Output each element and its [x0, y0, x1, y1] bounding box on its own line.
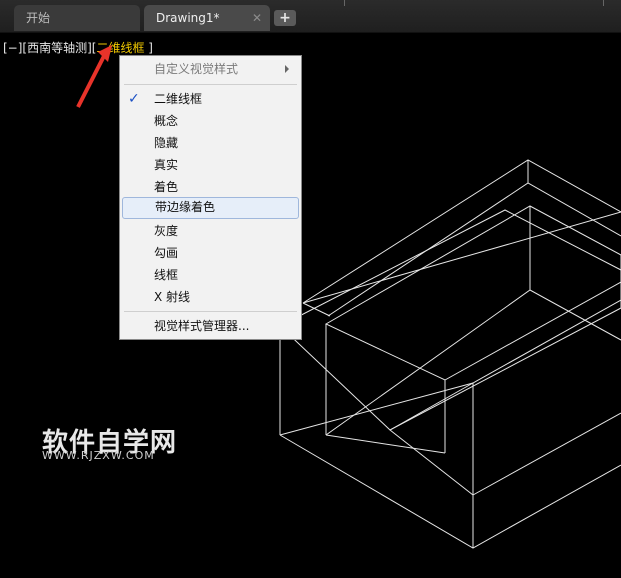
menu-item-visual-styles-manager[interactable]: 视觉样式管理器...	[122, 316, 299, 336]
wireframe-box	[279, 159, 621, 549]
submenu-arrow-icon	[285, 65, 289, 73]
menu-item-label: 二维线框	[154, 92, 203, 106]
menu-item-shaded-with-edges[interactable]: 带边缘着色	[122, 197, 299, 219]
menu-item-label: 隐藏	[154, 136, 179, 150]
menu-item-realistic[interactable]: 真实	[122, 155, 299, 175]
menu-item-label: 勾画	[154, 246, 179, 260]
menu-item-conceptual[interactable]: 概念	[122, 111, 299, 131]
menu-item-label: X 射线	[154, 290, 191, 304]
watermark-url: WWW.RJZXW.COM	[42, 449, 155, 462]
visual-style-menu: 自定义视觉样式 ✓ 二维线框 概念 隐藏 真实 着色 带边缘着色 灰度 勾画 线…	[119, 55, 302, 340]
menu-item-sketchy[interactable]: 勾画	[122, 243, 299, 263]
menu-item-label: 着色	[154, 180, 179, 194]
menu-item-hidden[interactable]: 隐藏	[122, 133, 299, 153]
menu-item-wireframe[interactable]: 线框	[122, 265, 299, 285]
menu-item-label: 真实	[154, 158, 179, 172]
menu-item-label: 灰度	[154, 224, 179, 238]
menu-item-label: 概念	[154, 114, 179, 128]
menu-separator	[124, 84, 297, 85]
menu-item-label: 自定义视觉样式	[154, 62, 239, 76]
checkmark-icon: ✓	[128, 91, 140, 107]
menu-item-label: 线框	[154, 268, 179, 282]
menu-item-shades-of-gray[interactable]: 灰度	[122, 221, 299, 241]
menu-item-x-ray[interactable]: X 射线	[122, 287, 299, 307]
menu-item-custom-visual-style: 自定义视觉样式	[122, 59, 299, 79]
menu-separator	[124, 311, 297, 312]
menu-item-label: 视觉样式管理器...	[154, 319, 250, 333]
menu-item-shaded[interactable]: 着色	[122, 177, 299, 197]
drawing-canvas[interactable]	[0, 0, 621, 578]
menu-item-label: 带边缘着色	[155, 200, 216, 214]
annotation-arrow-up	[76, 55, 106, 108]
menu-item-2d-wireframe[interactable]: ✓ 二维线框	[122, 89, 299, 109]
